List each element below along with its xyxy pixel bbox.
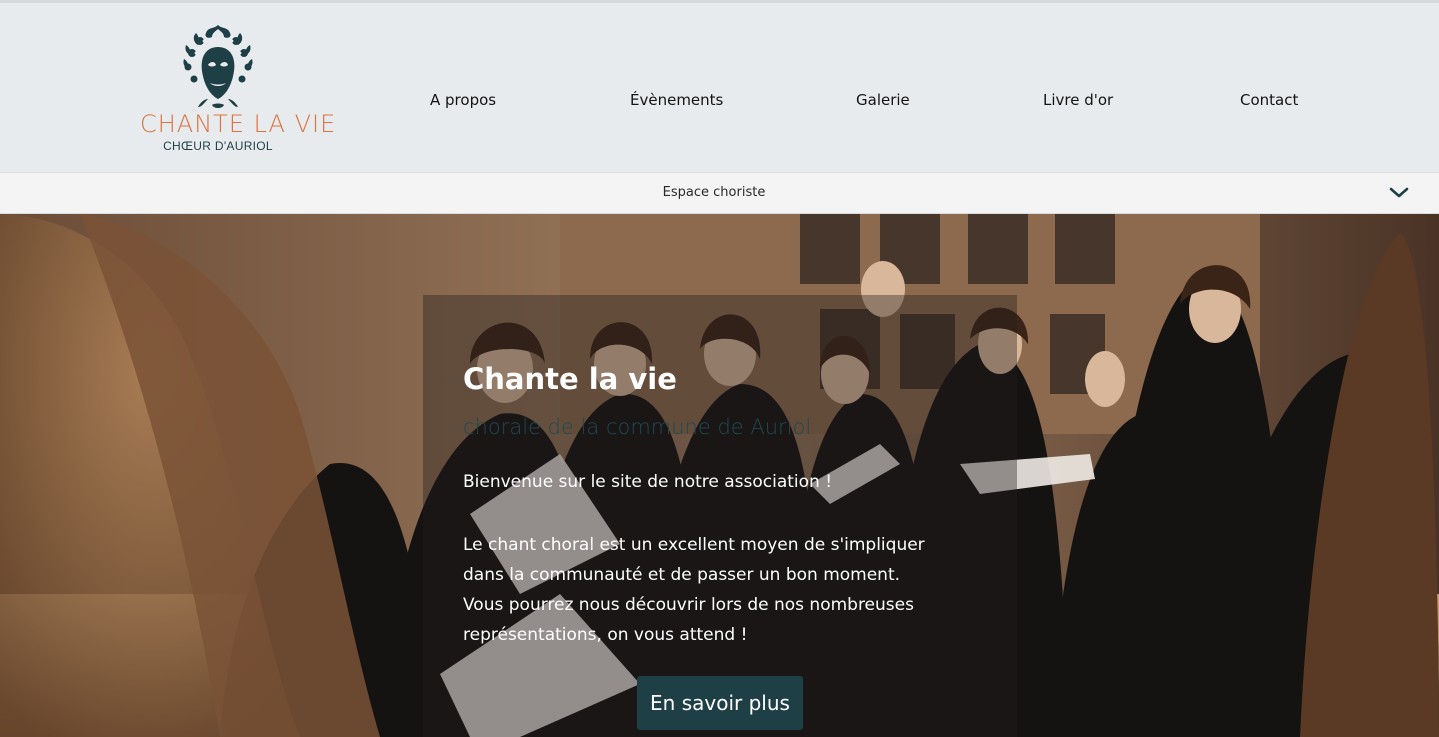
hero-description-line: Vous pourrez nous découvrir lors de nos … — [463, 595, 914, 615]
brand-subtitle: CHŒUR D'AURIOL — [163, 139, 273, 153]
main-nav: A propos Évènements Galerie Livre d'or C… — [0, 91, 1439, 115]
hero-description-line: dans la communauté et de passer un bon m… — [463, 565, 901, 585]
nav-item-galerie[interactable]: Galerie — [856, 91, 910, 109]
hero-title: Chante la vie — [463, 362, 677, 396]
learn-more-button[interactable]: En savoir plus — [637, 676, 803, 730]
member-area-bar[interactable]: Espace choriste — [0, 172, 1439, 214]
site-header: CHANTE LA VIE CHŒUR D'AURIOL A propos Év… — [0, 3, 1439, 172]
nav-item-evenements[interactable]: Évènements — [630, 91, 723, 109]
hero-subtitle: chorale de la commune de Auriol — [463, 415, 812, 439]
chevron-down-icon[interactable] — [1388, 186, 1410, 200]
hero-description-line: représentations, on vous attend ! — [463, 625, 748, 645]
hero-description: Le chant choral est un excellent moyen d… — [463, 530, 1003, 650]
nav-item-contact[interactable]: Contact — [1240, 91, 1298, 109]
nav-item-livre-dor[interactable]: Livre d'or — [1043, 91, 1113, 109]
hero-section: Chante la vie chorale de la commune de A… — [0, 214, 1439, 737]
member-area-label: Espace choriste — [662, 185, 766, 200]
hero-welcome-text: Bienvenue sur le site de notre associati… — [463, 472, 833, 492]
nav-item-a-propos[interactable]: A propos — [430, 91, 496, 109]
hero-description-line: Le chant choral est un excellent moyen d… — [463, 535, 925, 555]
